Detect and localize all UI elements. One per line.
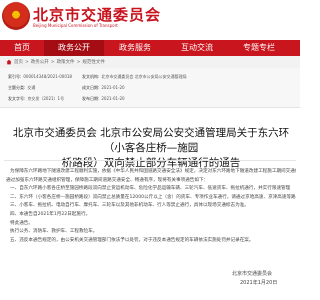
nav-item-topics[interactable]: 专题专栏	[228, 40, 290, 56]
home-icon	[6, 59, 12, 65]
breadcrumb: 首页 > 政务公开 > 政策文件 > 规范性文件	[0, 56, 300, 68]
meta-date: 成文日期: 2021-01-20	[82, 85, 125, 90]
nav-item-services[interactable]: 政务服务	[104, 40, 166, 56]
paragraph: 五、违反本通告规定的，由公安机关交通管理部门依法予以处罚，对于违反本通告规定的车…	[10, 237, 254, 243]
page-title: 北京市交通委员会 北京市公安局公安交通管理局关于东六环（小客各庄桥—施园 桥路段…	[6, 126, 296, 171]
paragraph: 通过加强东六环路交通组织管理，保障施工期间道路交通安全、畅通有序，现将有关事项通…	[6, 177, 209, 183]
breadcrumb-home[interactable]: 首页	[14, 59, 23, 65]
document-meta: 索引号: 000014348/2021-00018 发文机构: 北京市交通委员会 北…	[0, 68, 300, 108]
site-title[interactable]: 北京市交通委员会	[33, 4, 161, 25]
site-header: 北京市交通委员会 Beijing Municipal Commission of…	[0, 0, 300, 40]
signing-organization: 北京市交通委员会	[232, 271, 273, 277]
meta-index: 索引号: 000014348/2021-00018	[8, 74, 72, 79]
paragraph: 四、本通告自2021年1月22日起施行。	[10, 211, 91, 217]
paragraph: 三、小客车、拖拉机、电动自行车、摩托车、三轮车以及其他非机动车、行人等禁止通行，…	[10, 203, 249, 209]
meta-docno: 发文字号: 京交发〔2021〕1号	[8, 96, 65, 101]
emblem-icon[interactable]	[2, 2, 30, 30]
divider	[4, 160, 296, 161]
breadcrumb-government-affairs[interactable]: 政务公开	[31, 59, 49, 65]
meta-issuer: 发文机构: 北京市交通委员会 北京市公安局公安交通管理局	[82, 74, 187, 79]
breadcrumb-policy-files[interactable]: 政策文件	[57, 59, 75, 65]
meta-category: 主题分类: 交通	[8, 85, 36, 90]
nav-item-interaction[interactable]: 互动交流	[166, 40, 228, 56]
main-nav: 首页 政务公开 政务服务 互动交流 专题专栏	[0, 40, 300, 56]
breadcrumb-normative-files[interactable]: 规范性文件	[82, 59, 105, 65]
paragraph: 执行公务、消防车、救护车、工程救险车。	[10, 229, 98, 235]
page-title-line1: 北京市交通委员会 北京市公安局公安交通管理局关于东六环（小客各庄桥—施园	[12, 127, 290, 154]
paragraph: 为保障东六环路地下隧道改建工程顺利实施，依据《中华人民共和国道路交通安全法》规定…	[10, 169, 296, 174]
meta-pubdate: 发布日期: 2021-01-20	[82, 96, 125, 101]
paragraph: 二、东六环（小客各庄桥—施园桥路段）双向禁止总质量在12000公斤以上（含）的货…	[10, 194, 296, 200]
nav-item-home[interactable]: 首页	[0, 40, 44, 56]
paragraph: 特此通告。	[10, 220, 33, 226]
nav-item-government-affairs[interactable]: 政务公开	[44, 40, 104, 56]
paragraph: 一、自东六环路小客各庄桥至施园桥路段双向禁止货运机动车、危险化学品运输车辆、三轮…	[10, 186, 291, 192]
signing-date: 2021年1月20日	[240, 280, 278, 286]
site-subtitle: Beijing Municipal Commission of Transpor…	[33, 23, 118, 28]
article-body: 为保障东六环路地下隧道改建工程顺利实施，依据《中华人民共和国道路交通安全法》规定…	[6, 168, 296, 245]
